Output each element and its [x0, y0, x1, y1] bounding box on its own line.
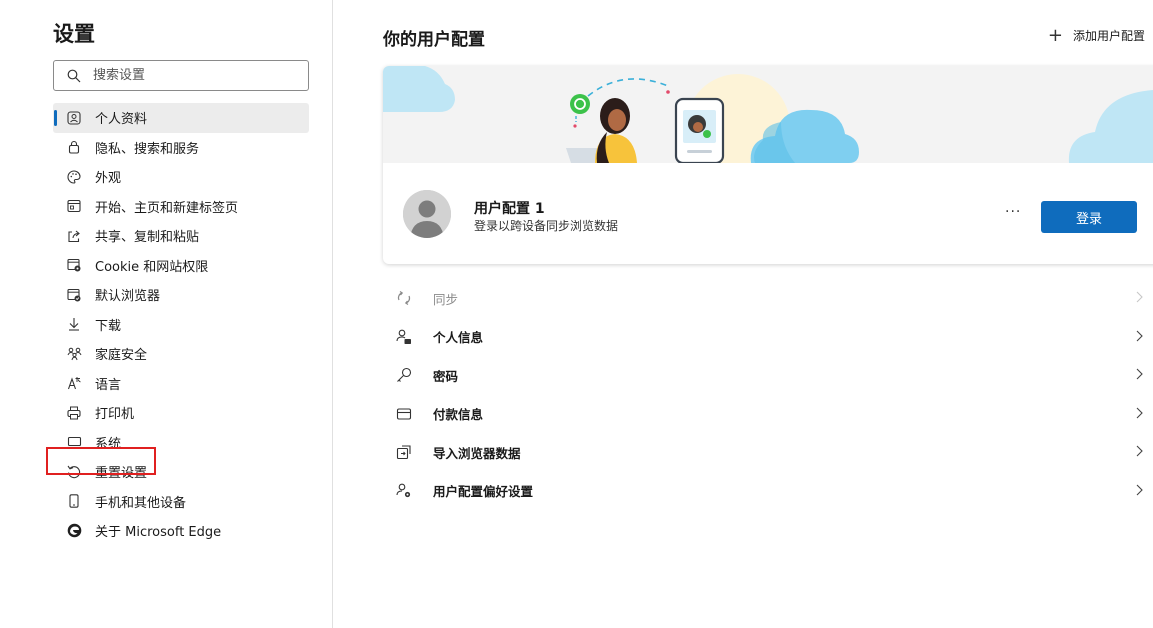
settings-title: 设置: [53, 22, 95, 46]
palette-icon: [66, 169, 82, 185]
phone-icon: [66, 493, 82, 509]
option-label: 个人信息: [433, 330, 484, 346]
profile-subtitle: 登录以跨设备同步浏览数据: [474, 219, 619, 233]
nav-label-appearance: 外观: [95, 171, 122, 187]
avatar: [403, 190, 451, 238]
credit-card-icon: [395, 405, 413, 423]
nav-item-downloads[interactable]: 下载: [53, 310, 309, 340]
chevron-right-icon: [1136, 445, 1143, 457]
profile-card: 用户配置 1 登录以跨设备同步浏览数据 ··· 登录: [383, 66, 1153, 264]
option-payment-info[interactable]: 付款信息: [383, 395, 1153, 434]
default-browser-icon: [66, 287, 82, 303]
sync-icon: [395, 289, 413, 307]
chevron-right-icon: [1136, 330, 1143, 341]
language-icon: [66, 375, 82, 391]
add-profile-label: 添加用户配置: [1072, 29, 1145, 43]
chevron-right-icon: [1136, 291, 1143, 303]
banner-illustration: [383, 66, 1153, 178]
nav-item-default-browser[interactable]: 默认浏览器: [53, 280, 309, 310]
nav-label-phone-devices: 手机和其他设备: [95, 495, 187, 511]
nav-item-privacy[interactable]: 隐私、搜索和服务: [53, 133, 309, 163]
nav-item-start-home[interactable]: 开始、主页和新建标签页: [53, 192, 309, 222]
home-tab-icon: [66, 198, 82, 214]
nav-label-start-home: 开始、主页和新建标签页: [95, 200, 239, 216]
add-profile-button[interactable]: + 添加用户配置: [1047, 24, 1145, 46]
annotation-highlight-box: [46, 447, 156, 475]
profile-icon: [66, 110, 82, 126]
nav-label-about-edge: 关于 Microsoft Edge: [95, 525, 222, 541]
search-input[interactable]: [91, 67, 295, 84]
nav-label-downloads: 下载: [95, 318, 122, 334]
nav-item-printers[interactable]: 打印机: [53, 398, 309, 428]
option-sync[interactable]: 同步: [383, 279, 1153, 318]
plus-icon: +: [1047, 24, 1063, 46]
lock-icon: [66, 139, 82, 155]
profiles-page: 你的用户配置 + 添加用户配置 用户配置 1 登录以跨设备同步浏览数据 ··· …: [334, 0, 1153, 628]
edge-logo-icon: [66, 523, 82, 539]
share-icon: [66, 228, 82, 244]
nav-item-about-edge[interactable]: 关于 Microsoft Edge: [53, 516, 309, 546]
personal-info-icon: [395, 328, 413, 346]
nav-label-languages: 语言: [95, 377, 122, 393]
search-box[interactable]: [53, 60, 309, 91]
nav-item-family-safety[interactable]: 家庭安全: [53, 339, 309, 369]
sign-in-button[interactable]: 登录: [1041, 201, 1137, 233]
key-icon: [395, 366, 413, 384]
nav-label-family-safety: 家庭安全: [95, 348, 148, 364]
option-label: 付款信息: [433, 407, 484, 423]
profile-banner: [383, 66, 1153, 178]
option-label: 同步: [433, 291, 459, 307]
chevron-right-icon: [1136, 368, 1143, 380]
nav-label-profile: 个人资料: [95, 112, 148, 128]
nav-item-phone-devices[interactable]: 手机和其他设备: [53, 487, 309, 517]
nav-item-profile[interactable]: 个人资料: [53, 103, 309, 133]
option-passwords[interactable]: 密码: [383, 356, 1153, 395]
more-options-button[interactable]: ···: [1005, 204, 1021, 220]
settings-sidebar: 设置 个人资料 隐私、搜索和服务 外观: [0, 0, 333, 628]
default-avatar-icon: [403, 190, 451, 238]
profile-preferences-icon: [395, 482, 413, 500]
download-icon: [66, 316, 82, 332]
nav-item-languages[interactable]: 语言: [53, 369, 309, 399]
printer-icon: [66, 405, 82, 421]
profile-options-list: 同步 个人信息 密码 付款信息 导入浏览器数据 用户配置偏好设置: [383, 279, 1153, 510]
option-personal-info[interactable]: 个人信息: [383, 318, 1153, 357]
option-label: 导入浏览器数据: [433, 445, 521, 461]
option-label: 用户配置偏好设置: [433, 484, 534, 500]
settings-nav: 个人资料 隐私、搜索和服务 外观 开始、主页和新建标签页 共享、复制和粘贴 Co…: [53, 103, 309, 546]
nav-label-share: 共享、复制和粘贴: [95, 230, 200, 246]
nav-item-share[interactable]: 共享、复制和粘贴: [53, 221, 309, 251]
page-title: 你的用户配置: [383, 30, 485, 50]
nav-label-default-browser: 默认浏览器: [95, 289, 161, 305]
option-import-data[interactable]: 导入浏览器数据: [383, 433, 1153, 472]
option-profile-preferences[interactable]: 用户配置偏好设置: [383, 472, 1153, 511]
nav-label-printers: 打印机: [95, 407, 135, 423]
profile-name: 用户配置 1: [474, 201, 545, 217]
chevron-right-icon: [1136, 484, 1143, 495]
family-icon: [66, 346, 82, 362]
nav-label-cookies: Cookie 和网站权限: [95, 259, 209, 275]
nav-item-appearance[interactable]: 外观: [53, 162, 309, 192]
site-permissions-icon: [66, 257, 82, 273]
chevron-right-icon: [1136, 407, 1143, 418]
nav-label-privacy: 隐私、搜索和服务: [95, 141, 200, 157]
import-icon: [395, 443, 413, 461]
nav-item-cookies[interactable]: Cookie 和网站权限: [53, 251, 309, 281]
search-icon: [67, 69, 81, 82]
option-label: 密码: [433, 368, 459, 384]
